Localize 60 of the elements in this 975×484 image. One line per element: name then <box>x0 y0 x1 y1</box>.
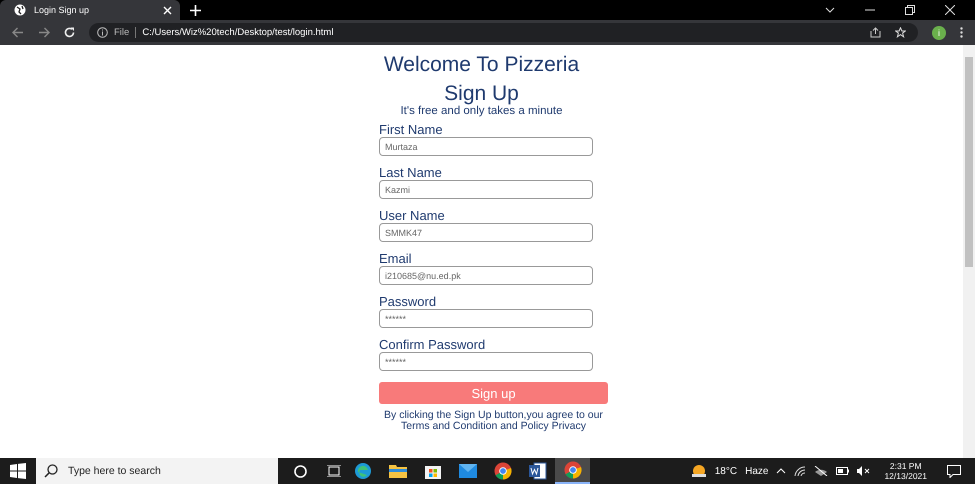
folder-icon <box>388 463 406 479</box>
share-icon[interactable] <box>870 27 881 38</box>
input-field[interactable]: ****** <box>379 309 593 328</box>
task-view-icon[interactable] <box>327 465 341 477</box>
info-icon <box>97 27 108 38</box>
reload-icon[interactable] <box>64 27 75 38</box>
input-field[interactable]: ****** <box>379 352 593 371</box>
input-field[interactable]: i210685@nu.ed.pk <box>379 266 593 285</box>
clock-date[interactable]: 12/13/2021 <box>884 471 927 481</box>
scroll-thumb[interactable] <box>965 57 973 267</box>
weather-condition: Haze <box>745 466 768 476</box>
forward-arrow-icon[interactable] <box>38 27 50 38</box>
chevron-down-icon[interactable] <box>825 7 835 13</box>
field-label: Email <box>379 252 413 266</box>
chrome-icon <box>494 462 512 480</box>
new-tab-icon[interactable] <box>190 4 201 16</box>
address-field[interactable]: File C:/Users/Wiz%20tech/Desktop/test/login.html <box>89 23 918 42</box>
chevron-up-icon[interactable] <box>776 468 786 474</box>
file-label: File <box>114 27 130 38</box>
back-arrow-icon[interactable] <box>12 27 24 38</box>
circle-icon[interactable] <box>294 464 307 478</box>
field-label: User Name <box>379 209 446 223</box>
url-text: C:/Users/Wiz%20tech/Desktop/test/login.html <box>142 27 334 38</box>
close-icon[interactable] <box>945 5 955 15</box>
taskbar-search-field[interactable]: Type here to search <box>36 458 278 484</box>
field-label: Confirm Password <box>379 338 486 352</box>
chrome-icon <box>564 461 582 479</box>
browser-tab[interactable]: Login Sign up <box>0 0 180 20</box>
scrollbar[interactable] <box>963 45 975 458</box>
battery-icon[interactable] <box>836 467 850 475</box>
speaker-muted-icon[interactable] <box>857 466 870 476</box>
restore-icon[interactable] <box>905 5 915 15</box>
clock-time[interactable]: 2:31 PM <box>890 461 922 471</box>
wifi-off-icon[interactable] <box>814 466 828 476</box>
field-label: Last Name <box>379 166 443 180</box>
search-icon <box>44 464 58 478</box>
consent-text: By clicking the Sign Up button,you agree to our <box>383 410 604 421</box>
field-label: First Name <box>379 123 444 137</box>
terms-link[interactable]: Terms and Condition and Policy Privacy <box>379 421 608 432</box>
minimize-icon[interactable] <box>865 9 875 11</box>
tab-title: Login Sign up <box>34 5 90 15</box>
weather-sun-icon[interactable] <box>690 464 707 478</box>
weather-temperature: 18°C <box>714 466 738 476</box>
input-field[interactable]: Murtaza <box>379 137 593 156</box>
notification-icon[interactable] <box>947 464 961 478</box>
input-field[interactable]: SMMK47 <box>379 223 593 242</box>
form-subtitle: It's free and only takes a minute <box>400 105 562 117</box>
network-icon[interactable] <box>794 466 806 476</box>
edge-icon <box>354 462 372 480</box>
input-field[interactable]: Kazmi <box>379 180 593 199</box>
form-title: Sign Up <box>444 83 519 105</box>
star-icon[interactable] <box>895 27 906 38</box>
envelope-icon <box>458 464 476 478</box>
globe-icon <box>14 4 26 16</box>
page-heading: Welcome To Pizzeria <box>384 53 580 77</box>
windows-logo-icon[interactable] <box>10 463 26 479</box>
word-icon <box>528 462 546 480</box>
field-label: Password <box>379 295 438 309</box>
search-placeholder: Type here to search <box>68 465 161 477</box>
menu-icon[interactable] <box>960 27 963 38</box>
